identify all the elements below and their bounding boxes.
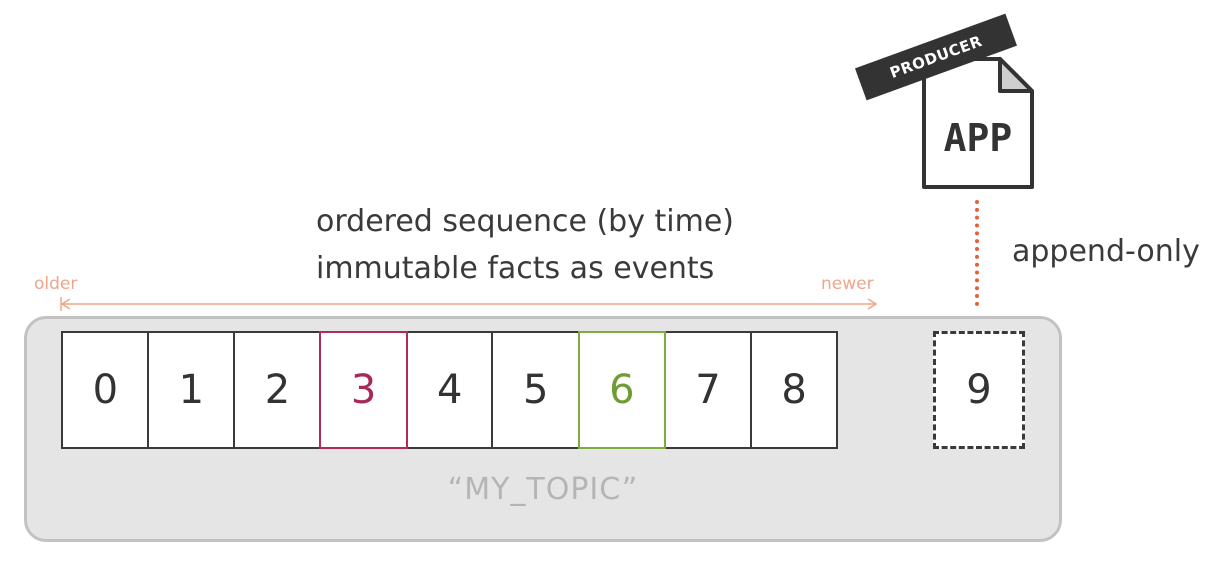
event-cell-6-highlighted: 6 <box>577 331 667 449</box>
time-arrow <box>60 297 878 311</box>
topic-name: “MY_TOPIC” <box>447 472 639 507</box>
event-cell-5: 5 <box>491 331 581 449</box>
append-only-label: append-only <box>1012 234 1200 269</box>
append-connector-line <box>975 200 985 306</box>
new-event-cell: 9 <box>933 331 1025 449</box>
description-line-1: ordered sequence (by time) <box>316 204 734 239</box>
event-log: 0 1 2 3 4 5 6 7 8 <box>61 331 839 449</box>
newer-label: newer <box>821 274 874 294</box>
event-cell-2: 2 <box>233 331 322 449</box>
event-cell-0: 0 <box>61 331 150 449</box>
description-line-2: immutable facts as events <box>316 251 715 286</box>
app-label: APP <box>943 116 1013 160</box>
event-cell-1: 1 <box>147 331 236 449</box>
event-cell-3-highlighted: 3 <box>319 331 408 449</box>
event-cell-8: 8 <box>749 331 839 449</box>
event-cell-4: 4 <box>405 331 494 449</box>
older-label: older <box>34 274 78 294</box>
event-cell-7: 7 <box>663 331 753 449</box>
